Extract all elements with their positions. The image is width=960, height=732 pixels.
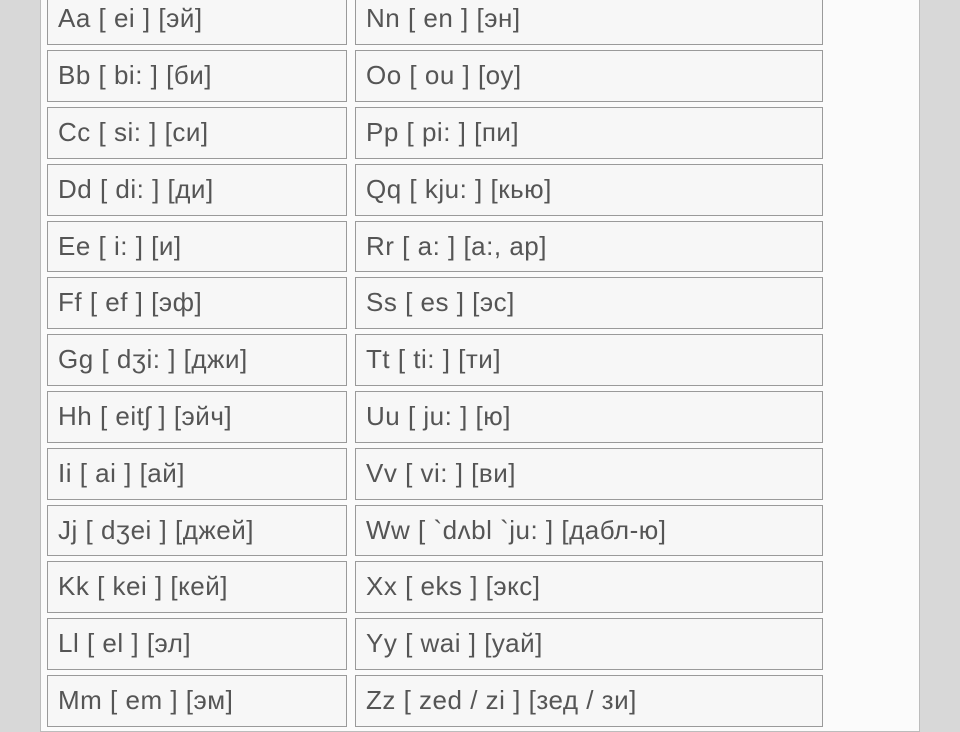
cell-b: Bb [ bi: ] [би] <box>47 50 347 102</box>
cell-q: Qq [ kju: ] [кью] <box>355 164 823 216</box>
cell-y: Yy [ wai ] [уай] <box>355 618 823 670</box>
cell-v: Vv [ vi: ] [ви] <box>355 448 823 500</box>
cell-u: Uu [ ju: ] [ю] <box>355 391 823 443</box>
cell-d: Dd [ di: ] [ди] <box>47 164 347 216</box>
cell-p: Pp [ pi: ] [пи] <box>355 107 823 159</box>
cell-h: Hh [ eitʃ ] [эйч] <box>47 391 347 443</box>
cell-f: Ff [ ef ] [эф] <box>47 277 347 329</box>
cell-z: Zz [ zed / zi ] [зед / зи] <box>355 675 823 727</box>
cell-t: Tt [ ti: ] [ти] <box>355 334 823 386</box>
cell-c: Cc [ si: ] [си] <box>47 107 347 159</box>
cell-r: Rr [ a: ] [а:, ар] <box>355 221 823 273</box>
cell-x: Xx [ eks ] [экс] <box>355 561 823 613</box>
cell-a: Aa [ ei ] [эй] <box>47 0 347 45</box>
cell-l: Ll [ el ] [эл] <box>47 618 347 670</box>
alphabet-grid: Aa [ ei ] [эй] Nn [ en ] [эн] Bb [ bi: ]… <box>47 0 913 727</box>
cell-m: Mm [ em ] [эм] <box>47 675 347 727</box>
cell-j: Jj [ dʒei ] [джей] <box>47 505 347 557</box>
cell-k: Kk [ kei ] [кей] <box>47 561 347 613</box>
cell-g: Gg [ dʒi: ] [джи] <box>47 334 347 386</box>
cell-n: Nn [ en ] [эн] <box>355 0 823 45</box>
cell-e: Ee [ i: ] [и] <box>47 221 347 273</box>
cell-s: Ss [ es ] [эс] <box>355 277 823 329</box>
cell-i: Ii [ ai ] [ай] <box>47 448 347 500</box>
alphabet-page: Aa [ ei ] [эй] Nn [ en ] [эн] Bb [ bi: ]… <box>40 0 920 732</box>
cell-o: Oo [ ou ] [оу] <box>355 50 823 102</box>
cell-w: Ww [ `dʌbl `ju: ] [дабл-ю] <box>355 505 823 557</box>
